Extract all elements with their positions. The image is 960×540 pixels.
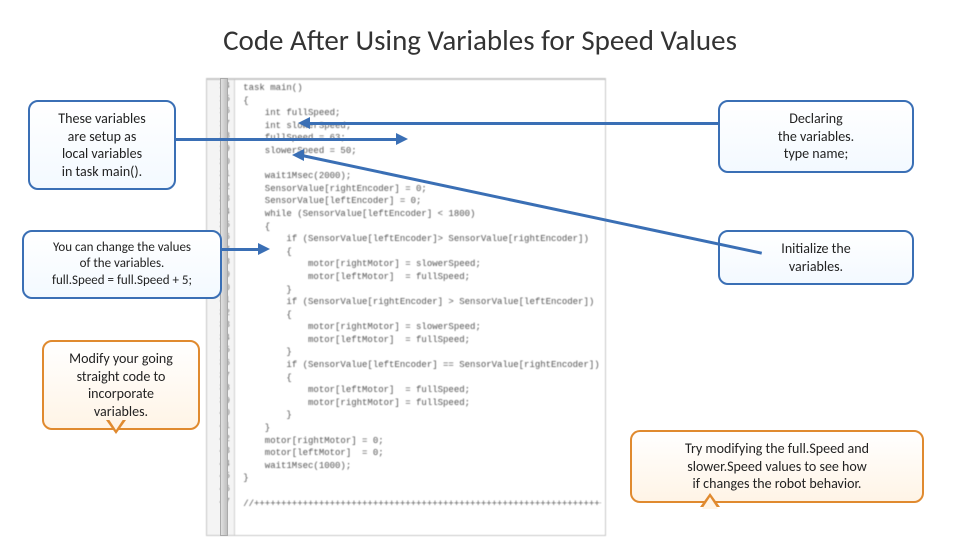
arrow-line	[176, 138, 396, 141]
callout-text: You can change the values of the variabl…	[52, 240, 192, 288]
callout-tail	[106, 420, 126, 434]
callout-text: Declaring the variables. type name;	[778, 110, 854, 162]
arrow-head	[292, 149, 304, 161]
code-lines: task main() { int fullSpeed; int slowerS…	[227, 80, 601, 531]
arrow-head	[298, 117, 310, 129]
callout-text: Initialize the variables.	[781, 240, 850, 275]
callout-text: Modify your going straight code to incor…	[69, 350, 173, 420]
arrow-line	[310, 122, 718, 125]
arrow-head	[396, 133, 408, 145]
callout-modify-code: Modify your going straight code to incor…	[42, 340, 200, 430]
callout-tail	[700, 493, 720, 507]
callout-text: Try modifying the full.Speed and slower.…	[685, 440, 869, 492]
callout-change-values: You can change the values of the variabl…	[22, 230, 222, 299]
callout-declaring: Declaring the variables. type name;	[718, 100, 914, 173]
callout-try-modify: Try modifying the full.Speed and slower.…	[630, 430, 924, 503]
arrow-head	[258, 243, 270, 255]
code-panel: 14 15 16 17 18 19 20 21 22 23 24 25 26 2…	[206, 78, 606, 536]
arrow-line	[222, 248, 260, 251]
callout-text: These variables are setup as local varia…	[58, 110, 145, 180]
callout-initialize: Initialize the variables.	[718, 230, 914, 285]
page-title: Code After Using Variables for Speed Val…	[0, 22, 960, 58]
code-scrollbar[interactable]	[220, 78, 228, 536]
callout-local-vars: These variables are setup as local varia…	[28, 100, 176, 190]
